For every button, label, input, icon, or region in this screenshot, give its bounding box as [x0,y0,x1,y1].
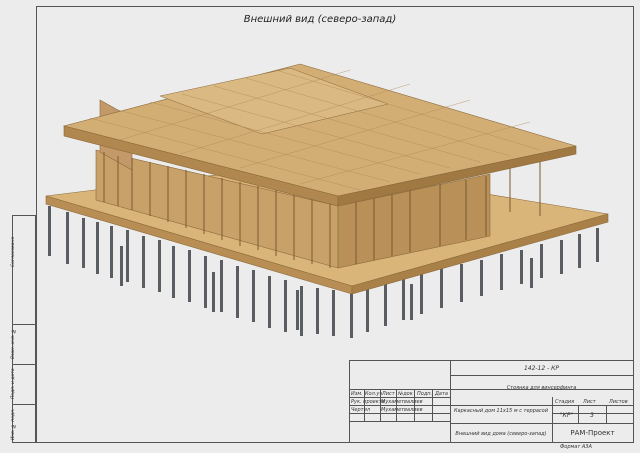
stage-label: Стадия [555,399,575,405]
organization: РАМ-Проект [570,429,615,437]
row-role-drafter: Чертил [351,407,371,413]
side-label-inv: Инв. № подл. [11,408,16,440]
tb-line [450,361,451,442]
tb-line [552,405,633,406]
tb-line [414,389,415,421]
tb-line [350,397,450,398]
tb-line [350,421,450,422]
drawing-code: 142-12 - КР [523,365,560,372]
row-role-lead: Рук. проекта [351,399,385,405]
tb-line [350,413,450,414]
section-title: Стоянка для винсерфинга [506,385,577,391]
stage-value: "КР" [559,412,574,419]
col-header-kol: Кол.уч [365,391,383,397]
col-header-doc: №док [398,391,413,397]
sheet-label: Лист [583,399,596,405]
sheets-label: Листов [609,399,628,405]
row-name-lead: Мухаметвалиев [381,399,423,405]
object-name: Каркасный дом 11х15 м с террасой [454,408,548,414]
side-label-agreed: Согласовано [11,236,16,268]
col-header-sign: Подп. [417,391,433,397]
row-name-drafter: Мухаметвалиев [381,407,423,413]
sheet-title: Внешний вид дома (северо-запад) [455,431,547,437]
col-header-list: Лист [382,391,395,397]
title-block: 142-12 - КР Стоянка для винсерфинга Изм.… [349,360,634,443]
sheet-value: 3 [590,412,594,419]
drawing-sheet: Внешний вид (северо-запад) Согласовано В… [0,0,640,453]
tb-line [450,423,633,424]
side-stamp: Согласовано Взам. инв. № Подп. и дата Ин… [11,215,36,443]
side-divider [13,364,35,365]
format-label: Формат А3А [560,444,592,450]
side-label-sign-date: Подп. и дата [11,368,16,400]
tb-line [450,375,633,376]
side-divider [13,404,35,405]
side-divider [13,324,35,325]
col-header-date: Дата [435,391,448,397]
col-header-izm: Изм. [351,391,363,397]
tb-line [606,405,607,423]
tb-line [396,389,397,421]
tb-line [432,389,433,421]
side-label-replace: Взам. инв. № [11,328,16,360]
